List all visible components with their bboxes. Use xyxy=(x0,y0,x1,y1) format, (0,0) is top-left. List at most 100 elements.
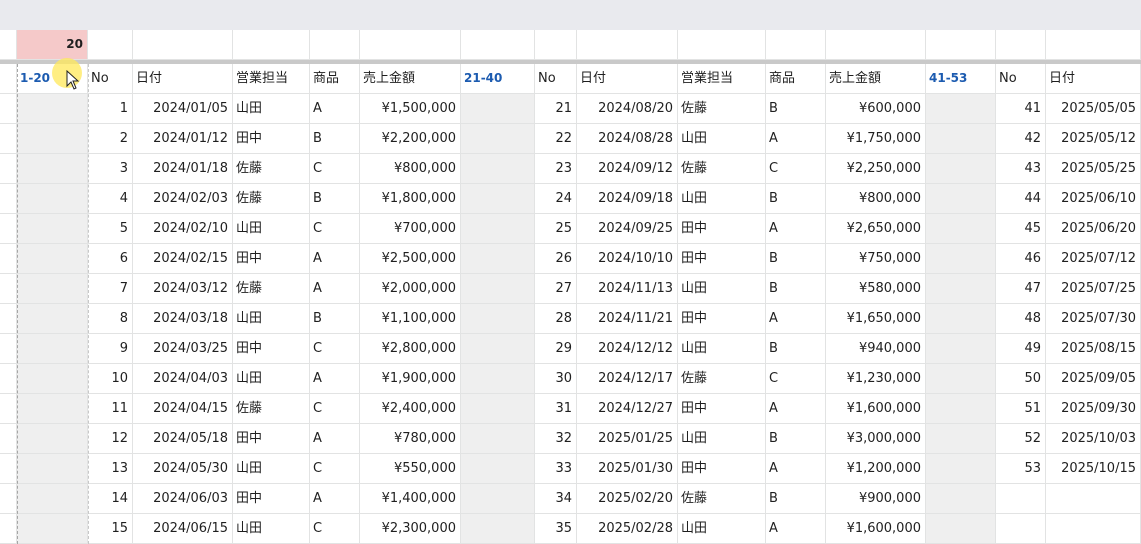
date-cell[interactable] xyxy=(1046,514,1141,544)
date-cell[interactable]: 2025/10/15 xyxy=(1046,454,1141,484)
row-header-cell[interactable] xyxy=(0,64,17,94)
row-header-cell[interactable] xyxy=(0,184,17,214)
product-cell[interactable]: B xyxy=(310,304,360,334)
gutter-cell[interactable] xyxy=(926,514,996,544)
amount-cell[interactable]: ¥1,400,000 xyxy=(360,484,461,514)
gutter-cell[interactable] xyxy=(17,94,88,124)
gutter-cell[interactable] xyxy=(926,304,996,334)
gutter-cell[interactable] xyxy=(461,364,535,394)
product-cell[interactable]: A xyxy=(766,394,826,424)
empty-cell[interactable] xyxy=(360,30,461,60)
row-header-cell[interactable] xyxy=(0,514,17,544)
gutter-cell[interactable] xyxy=(461,484,535,514)
sales-rep-cell[interactable]: 佐藤 xyxy=(233,274,310,304)
row-header-cell[interactable] xyxy=(0,274,17,304)
product-cell[interactable]: A xyxy=(310,424,360,454)
column-header[interactable]: No xyxy=(535,64,577,94)
amount-cell[interactable]: ¥550,000 xyxy=(360,454,461,484)
gutter-cell[interactable] xyxy=(17,124,88,154)
date-cell[interactable]: 2025/02/20 xyxy=(577,484,678,514)
product-cell[interactable]: A xyxy=(310,94,360,124)
gutter-cell[interactable] xyxy=(926,154,996,184)
date-cell[interactable]: 2024/08/20 xyxy=(577,94,678,124)
no-cell[interactable]: 4 xyxy=(88,184,133,214)
gutter-cell[interactable] xyxy=(461,244,535,274)
column-header[interactable]: 営業担当 xyxy=(678,64,766,94)
product-cell[interactable]: C xyxy=(766,154,826,184)
sales-rep-cell[interactable]: 佐藤 xyxy=(233,394,310,424)
gutter-cell[interactable] xyxy=(461,124,535,154)
date-cell[interactable]: 2024/08/28 xyxy=(577,124,678,154)
sales-rep-cell[interactable]: 山田 xyxy=(233,454,310,484)
product-cell[interactable]: A xyxy=(310,364,360,394)
product-cell[interactable]: C xyxy=(310,154,360,184)
gutter-cell[interactable] xyxy=(461,274,535,304)
no-cell[interactable]: 10 xyxy=(88,364,133,394)
no-cell[interactable]: 53 xyxy=(996,454,1046,484)
no-cell[interactable]: 3 xyxy=(88,154,133,184)
gutter-cell[interactable] xyxy=(17,154,88,184)
empty-cell[interactable] xyxy=(926,30,996,60)
amount-cell[interactable]: ¥1,600,000 xyxy=(826,514,926,544)
no-cell[interactable]: 48 xyxy=(996,304,1046,334)
row-header-cell[interactable] xyxy=(0,214,17,244)
no-cell[interactable]: 25 xyxy=(535,214,577,244)
empty-cell[interactable] xyxy=(996,30,1046,60)
sales-rep-cell[interactable]: 山田 xyxy=(678,184,766,214)
amount-cell[interactable]: ¥2,300,000 xyxy=(360,514,461,544)
amount-cell[interactable]: ¥2,500,000 xyxy=(360,244,461,274)
sales-rep-cell[interactable]: 田中 xyxy=(678,244,766,274)
date-cell[interactable]: 2024/09/12 xyxy=(577,154,678,184)
date-cell[interactable]: 2024/03/25 xyxy=(133,334,233,364)
date-cell[interactable]: 2024/01/05 xyxy=(133,94,233,124)
gutter-cell[interactable] xyxy=(926,124,996,154)
sales-rep-cell[interactable]: 田中 xyxy=(233,484,310,514)
amount-cell[interactable]: ¥1,200,000 xyxy=(826,454,926,484)
amount-cell[interactable]: ¥1,100,000 xyxy=(360,304,461,334)
date-cell[interactable]: 2024/11/13 xyxy=(577,274,678,304)
no-cell[interactable]: 30 xyxy=(535,364,577,394)
sales-rep-cell[interactable]: 山田 xyxy=(678,334,766,364)
no-cell[interactable]: 5 xyxy=(88,214,133,244)
gutter-cell[interactable] xyxy=(926,484,996,514)
date-cell[interactable]: 2025/05/05 xyxy=(1046,94,1141,124)
date-cell[interactable]: 2025/09/30 xyxy=(1046,394,1141,424)
row-header-cell[interactable] xyxy=(0,154,17,184)
amount-cell[interactable]: ¥1,750,000 xyxy=(826,124,926,154)
sales-rep-cell[interactable]: 山田 xyxy=(233,214,310,244)
gutter-cell[interactable] xyxy=(461,214,535,244)
no-cell[interactable]: 15 xyxy=(88,514,133,544)
sales-rep-cell[interactable]: 佐藤 xyxy=(233,184,310,214)
product-cell[interactable]: A xyxy=(766,214,826,244)
no-cell[interactable]: 1 xyxy=(88,94,133,124)
date-cell[interactable]: 2025/10/03 xyxy=(1046,424,1141,454)
gutter-cell[interactable] xyxy=(17,334,88,364)
amount-cell[interactable]: ¥2,000,000 xyxy=(360,274,461,304)
product-cell[interactable]: A xyxy=(310,484,360,514)
gutter-cell[interactable] xyxy=(461,454,535,484)
gutter-cell[interactable] xyxy=(926,274,996,304)
no-cell[interactable]: 41 xyxy=(996,94,1046,124)
amount-cell[interactable]: ¥800,000 xyxy=(826,184,926,214)
date-cell[interactable]: 2024/11/21 xyxy=(577,304,678,334)
amount-cell[interactable]: ¥3,000,000 xyxy=(826,424,926,454)
product-cell[interactable]: A xyxy=(766,124,826,154)
no-cell[interactable]: 7 xyxy=(88,274,133,304)
date-cell[interactable]: 2024/03/12 xyxy=(133,274,233,304)
no-cell[interactable]: 31 xyxy=(535,394,577,424)
sales-rep-cell[interactable]: 田中 xyxy=(678,214,766,244)
sales-rep-cell[interactable]: 佐藤 xyxy=(678,364,766,394)
gutter-cell[interactable] xyxy=(461,184,535,214)
row-header-cell[interactable] xyxy=(0,124,17,154)
date-cell[interactable]: 2024/09/25 xyxy=(577,214,678,244)
no-cell[interactable]: 29 xyxy=(535,334,577,364)
amount-cell[interactable]: ¥2,650,000 xyxy=(826,214,926,244)
no-cell[interactable]: 14 xyxy=(88,484,133,514)
product-cell[interactable]: B xyxy=(310,184,360,214)
product-cell[interactable]: B xyxy=(766,274,826,304)
row-header-cell[interactable] xyxy=(0,244,17,274)
gutter-cell[interactable] xyxy=(17,424,88,454)
no-cell[interactable]: 52 xyxy=(996,424,1046,454)
empty-cell[interactable] xyxy=(826,30,926,60)
date-cell[interactable]: 2025/05/12 xyxy=(1046,124,1141,154)
